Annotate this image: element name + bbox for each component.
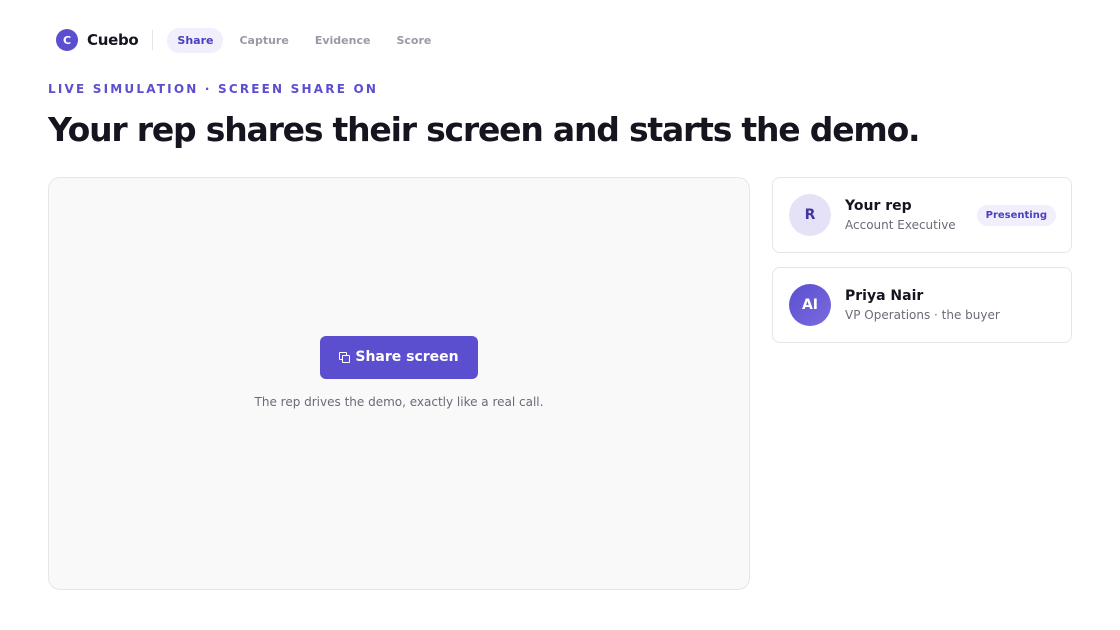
avatar: R <box>789 194 831 236</box>
step-tabs: Share Capture Evidence Score <box>167 27 441 53</box>
participant-role: VP Operations · the buyer <box>845 308 1000 322</box>
tab-evidence[interactable]: Evidence <box>305 28 381 53</box>
screen-share-icon <box>339 351 351 363</box>
page: C Cuebo Share Capture Evidence Score LIV… <box>0 0 1120 630</box>
participant-name: Priya Nair <box>845 288 924 304</box>
participant-name: Your rep <box>845 198 912 214</box>
tab-score[interactable]: Score <box>386 28 441 53</box>
participant-role: Account Executive <box>845 218 956 232</box>
eyebrow-label: LIVE SIMULATION · SCREEN SHARE ON <box>48 82 379 96</box>
share-screen-button[interactable]: Share screen <box>320 335 478 379</box>
tab-share[interactable]: Share <box>167 27 224 53</box>
avatar: AI <box>789 284 831 326</box>
page-title: Your rep shares their screen and starts … <box>48 110 921 149</box>
status-badge: Presenting <box>976 204 1056 226</box>
tab-capture[interactable]: Capture <box>229 28 298 53</box>
stage-hint: The rep drives the demo, exactly like a … <box>254 394 544 409</box>
participants-panel: R Your rep Account Executive Presenting … <box>772 177 1072 357</box>
participant-info: Priya Nair VP Operations · the buyer <box>845 288 1055 322</box>
participant-card-rep: R Your rep Account Executive Presenting <box>772 177 1072 253</box>
participant-info: Your rep Account Executive <box>845 198 977 232</box>
brand-name[interactable]: Cuebo <box>87 31 139 49</box>
share-screen-button-label: Share screen <box>355 349 459 365</box>
screen-share-stage: Share screen The rep drives the demo, ex… <box>48 177 750 590</box>
logo-icon[interactable]: C <box>56 29 78 51</box>
participant-card-buyer: AI Priya Nair VP Operations · the buyer <box>772 267 1072 343</box>
nav-divider <box>152 30 154 50</box>
top-nav: C Cuebo Share Capture Evidence Score <box>56 27 441 53</box>
